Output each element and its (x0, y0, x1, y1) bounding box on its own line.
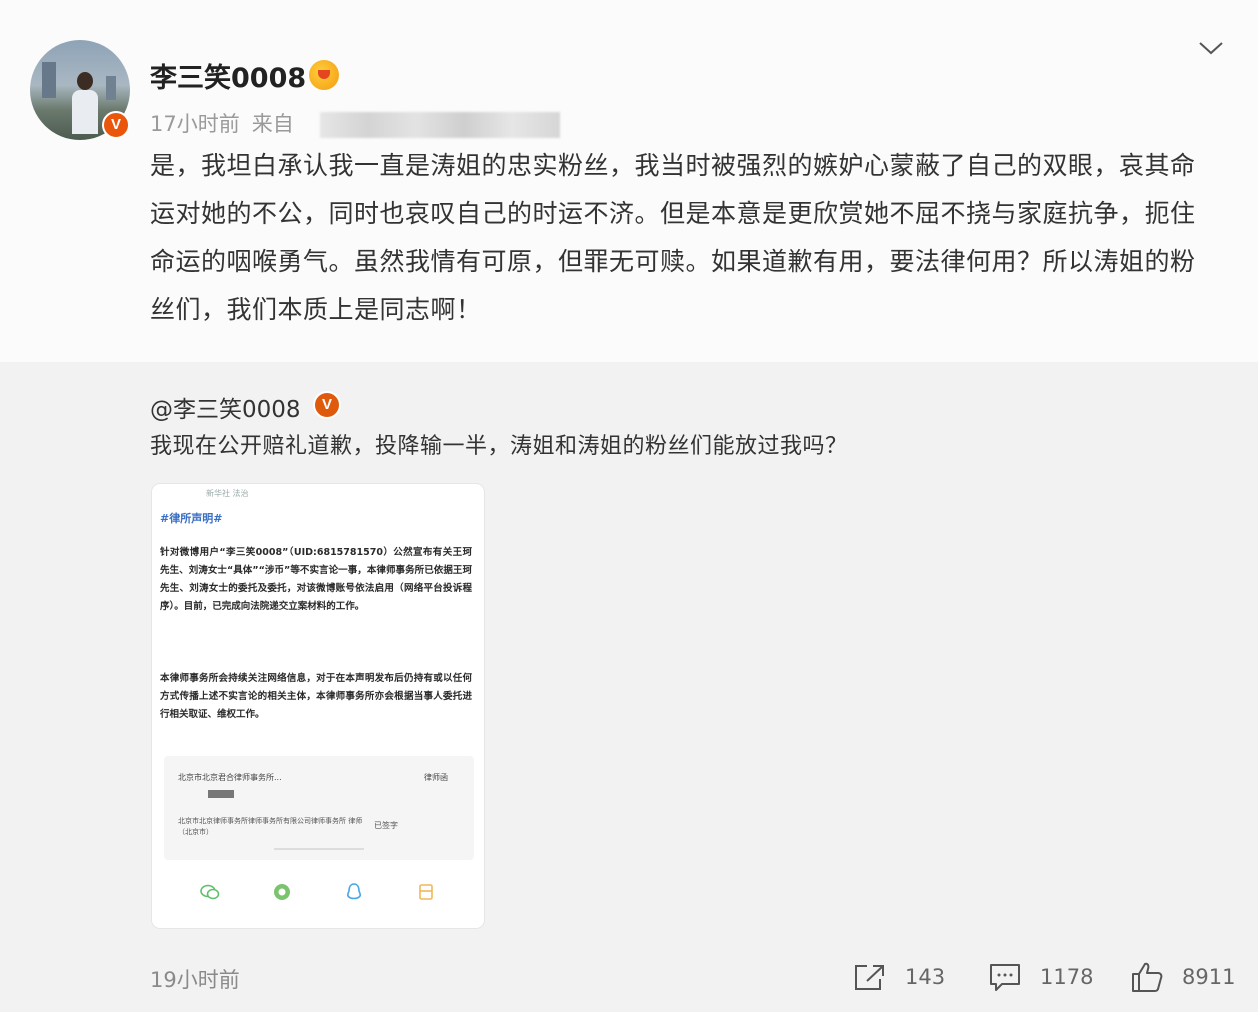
repost-text: 我现在公开赔礼道歉，投降输一半，涛姐和涛姐的粉丝们能放过我吗？ (150, 434, 848, 459)
blurred-source (320, 112, 560, 138)
signature-line-3-right: 已签字 (374, 821, 398, 830)
image-share-row (152, 882, 484, 906)
thumbs-up-icon (1132, 962, 1163, 992)
moments-icon[interactable] (272, 882, 292, 902)
signature-line-3: 北京市北京律师事务所律师事务所有限公司律师事务所 律师（北京市） (178, 817, 363, 836)
comment-button[interactable]: 1178 (988, 960, 1093, 994)
comment-count: 1178 (1040, 965, 1094, 989)
signature-line-1-right: 律师函 (424, 773, 448, 782)
chevron-down-icon[interactable] (1198, 40, 1224, 56)
image-top-hint: 新华社 法治 (206, 489, 249, 498)
member-badge-icon[interactable] (309, 60, 339, 90)
like-count: 8911 (1182, 965, 1236, 989)
image-paragraph-2: 本律师事务所会持续关注网络信息，对于在本声明发布后仍持有或以任何方式传播上述不实… (160, 673, 472, 720)
repost-username[interactable]: @李三笑0008 (150, 390, 301, 424)
verified-badge: V (102, 111, 130, 139)
post-time[interactable]: 17小时前 (150, 112, 240, 136)
share-out-icon (855, 965, 884, 990)
repost-verified-badge: V (313, 391, 341, 419)
image-hashtag: #律所声明# (160, 512, 223, 525)
repost-count: 143 (905, 965, 946, 989)
image-paragraph-1: 针对微博用户“李三笑0008”（UID:6815781570）公然宣布有关王珂先… (160, 547, 472, 612)
repost-time[interactable]: 19小时前 (150, 964, 240, 994)
image-signature-block: 北京市北京君合律师事务所... 律师函 北京市北京律师事务所律师事务所有限公司律… (164, 756, 474, 860)
avatar-background-building (106, 76, 116, 100)
avatar-person (72, 72, 98, 134)
qq-icon[interactable] (344, 882, 364, 902)
post-body: 是，我坦白承认我一直是涛姐的忠实粉丝，我当时被强烈的嫉妒心蒙蔽了自己的双眼，哀其… (150, 151, 1196, 324)
bookmark-icon[interactable] (416, 882, 436, 902)
signature-divider (274, 848, 364, 850)
repost-image[interactable]: 新华社 法治 #律所声明# 针对微博用户“李三笑0008”（UID:681578… (152, 484, 484, 928)
like-button[interactable]: 8911 (1130, 960, 1235, 994)
repost-button[interactable]: 143 (853, 960, 945, 994)
comment-icon (990, 964, 1020, 991)
avatar-background-tower (42, 62, 56, 98)
post-source-label: 来自 (251, 112, 294, 136)
post-meta: 17小时前 来自 (150, 108, 294, 138)
wechat-icon[interactable] (200, 882, 220, 902)
signature-line-1: 北京市北京君合律师事务所... (178, 773, 282, 782)
signature-redaction (208, 790, 234, 798)
post-username[interactable]: 李三笑0008 (150, 56, 306, 95)
